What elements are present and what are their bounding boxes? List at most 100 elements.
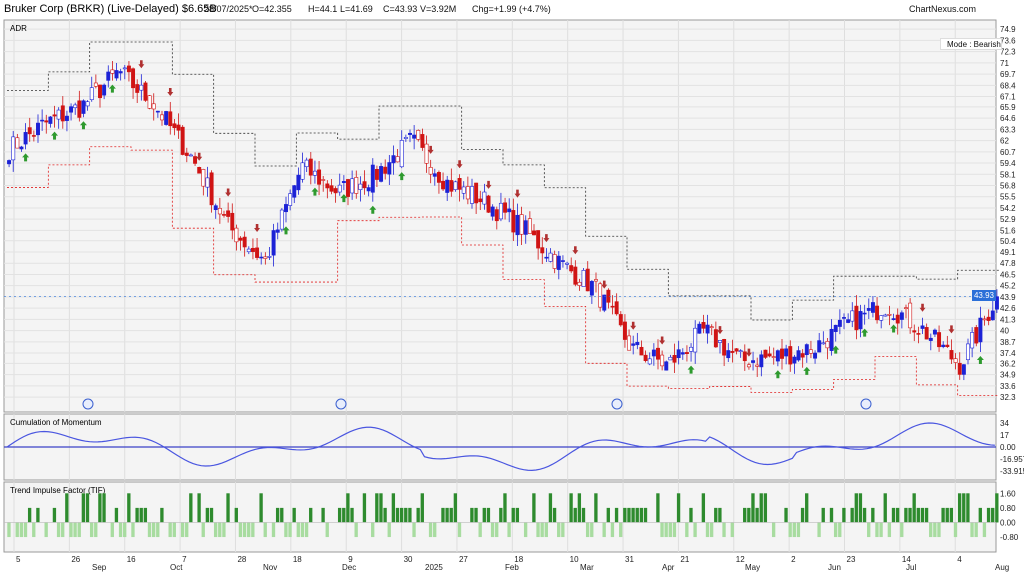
- candle-body: [209, 172, 214, 206]
- tif-bar: [945, 507, 949, 523]
- tif-bar: [924, 507, 929, 523]
- tif-bar: [209, 507, 214, 523]
- candle-body: [825, 341, 830, 349]
- candle-body: [197, 167, 202, 174]
- tif-bar: [995, 493, 999, 523]
- tif-bar: [420, 493, 424, 523]
- x-month-tick-label: Aug: [995, 563, 1009, 572]
- tif-bar: [156, 522, 160, 538]
- tif-bar: [933, 522, 937, 538]
- tif-bar: [953, 522, 958, 538]
- candle-body: [308, 158, 313, 176]
- y-tick-label: 55.5: [1000, 193, 1016, 202]
- candle-body: [680, 352, 685, 355]
- candle-body: [527, 218, 532, 234]
- tif-bar: [205, 507, 210, 523]
- candle-body: [424, 143, 429, 164]
- candle-body: [746, 364, 751, 368]
- candle-body: [19, 146, 24, 150]
- candle-body: [143, 82, 148, 101]
- candle-body: [887, 313, 892, 316]
- tif-bar: [399, 507, 404, 523]
- candle-body: [532, 230, 536, 236]
- candle-body: [912, 330, 917, 333]
- panel-label-adr: ADR: [10, 24, 27, 33]
- candle-body: [932, 329, 937, 335]
- candle-body: [135, 84, 140, 93]
- candle-body: [808, 349, 813, 354]
- candle-body: [953, 358, 958, 363]
- candle-body: [77, 100, 82, 118]
- candle-body: [412, 134, 417, 139]
- candle-body: [718, 340, 722, 343]
- candle-body: [465, 186, 470, 200]
- candle-body: [941, 344, 946, 348]
- tif-bar: [569, 493, 573, 523]
- price-chart[interactable]: 74.9 73.6 72.3 71 69.7 68.4 67.165.9 64.6 63.3 62…: [0, 0, 1024, 572]
- candle-body: [436, 172, 441, 183]
- tif-bar: [147, 522, 152, 538]
- candle-body: [540, 247, 545, 254]
- candle-body: [470, 186, 474, 204]
- candle-body: [850, 310, 855, 322]
- candle-body: [775, 350, 780, 362]
- candle-body: [255, 247, 260, 258]
- y-tick-label: 63.3: [1000, 125, 1016, 134]
- candle-body: [726, 350, 731, 359]
- tif-bar: [991, 507, 995, 523]
- candle-body: [93, 82, 98, 87]
- tif-bar: [180, 522, 185, 538]
- candle-body: [114, 70, 119, 79]
- x-day-tick-label: 2: [791, 555, 796, 564]
- candle-body: [672, 354, 677, 363]
- tif-bar: [656, 493, 660, 523]
- tif-bar: [503, 493, 507, 523]
- x-month-tick-label: Sep: [92, 563, 107, 572]
- tif-bar: [391, 493, 396, 523]
- tif-bar: [792, 522, 796, 538]
- candle-body: [821, 342, 826, 345]
- tif-bar: [714, 507, 718, 523]
- tif-bar: [941, 507, 945, 523]
- tif-bar: [275, 507, 280, 523]
- candle-body: [15, 137, 20, 149]
- event-marker-icon: [611, 398, 623, 410]
- candle-body: [246, 248, 251, 253]
- tif-bar: [346, 493, 350, 523]
- tif-bar: [342, 507, 346, 523]
- tif-bar: [585, 522, 590, 538]
- tif-bar: [763, 493, 768, 523]
- candle-body: [73, 104, 78, 109]
- candle-body: [618, 314, 623, 326]
- y-tick-label: 51.6: [1000, 226, 1016, 235]
- candle-body: [222, 214, 226, 216]
- candle-body: [759, 354, 764, 368]
- y-tick-label: 54.2: [1000, 204, 1016, 213]
- tif-bar: [123, 522, 127, 538]
- tif-bar: [404, 507, 408, 523]
- candle-body: [408, 132, 412, 135]
- x-month-tick-label: Nov: [263, 563, 277, 572]
- candle-body: [176, 124, 181, 131]
- tif-bar: [271, 522, 276, 538]
- y-tick-label: 37.4: [1000, 349, 1016, 358]
- candle-body: [432, 173, 437, 177]
- tif-bar: [800, 507, 805, 523]
- tif-bar: [759, 493, 763, 523]
- x-month-tick-label: Oct: [170, 563, 183, 572]
- tif-bar: [577, 493, 582, 523]
- candle-body: [610, 305, 615, 308]
- tif-bar: [350, 507, 354, 523]
- y-tick-label: 69.7: [1000, 70, 1016, 79]
- candle-body: [60, 105, 65, 122]
- candle-body: [519, 214, 524, 235]
- candle-body: [164, 111, 169, 125]
- candle-body: [23, 132, 28, 145]
- tif-bar: [15, 522, 19, 538]
- candle-body: [842, 317, 846, 319]
- tif-bar: [375, 493, 379, 523]
- candle-body: [271, 230, 276, 256]
- candle-body: [337, 184, 342, 193]
- candle-body: [594, 279, 598, 282]
- tif-bar: [457, 522, 462, 538]
